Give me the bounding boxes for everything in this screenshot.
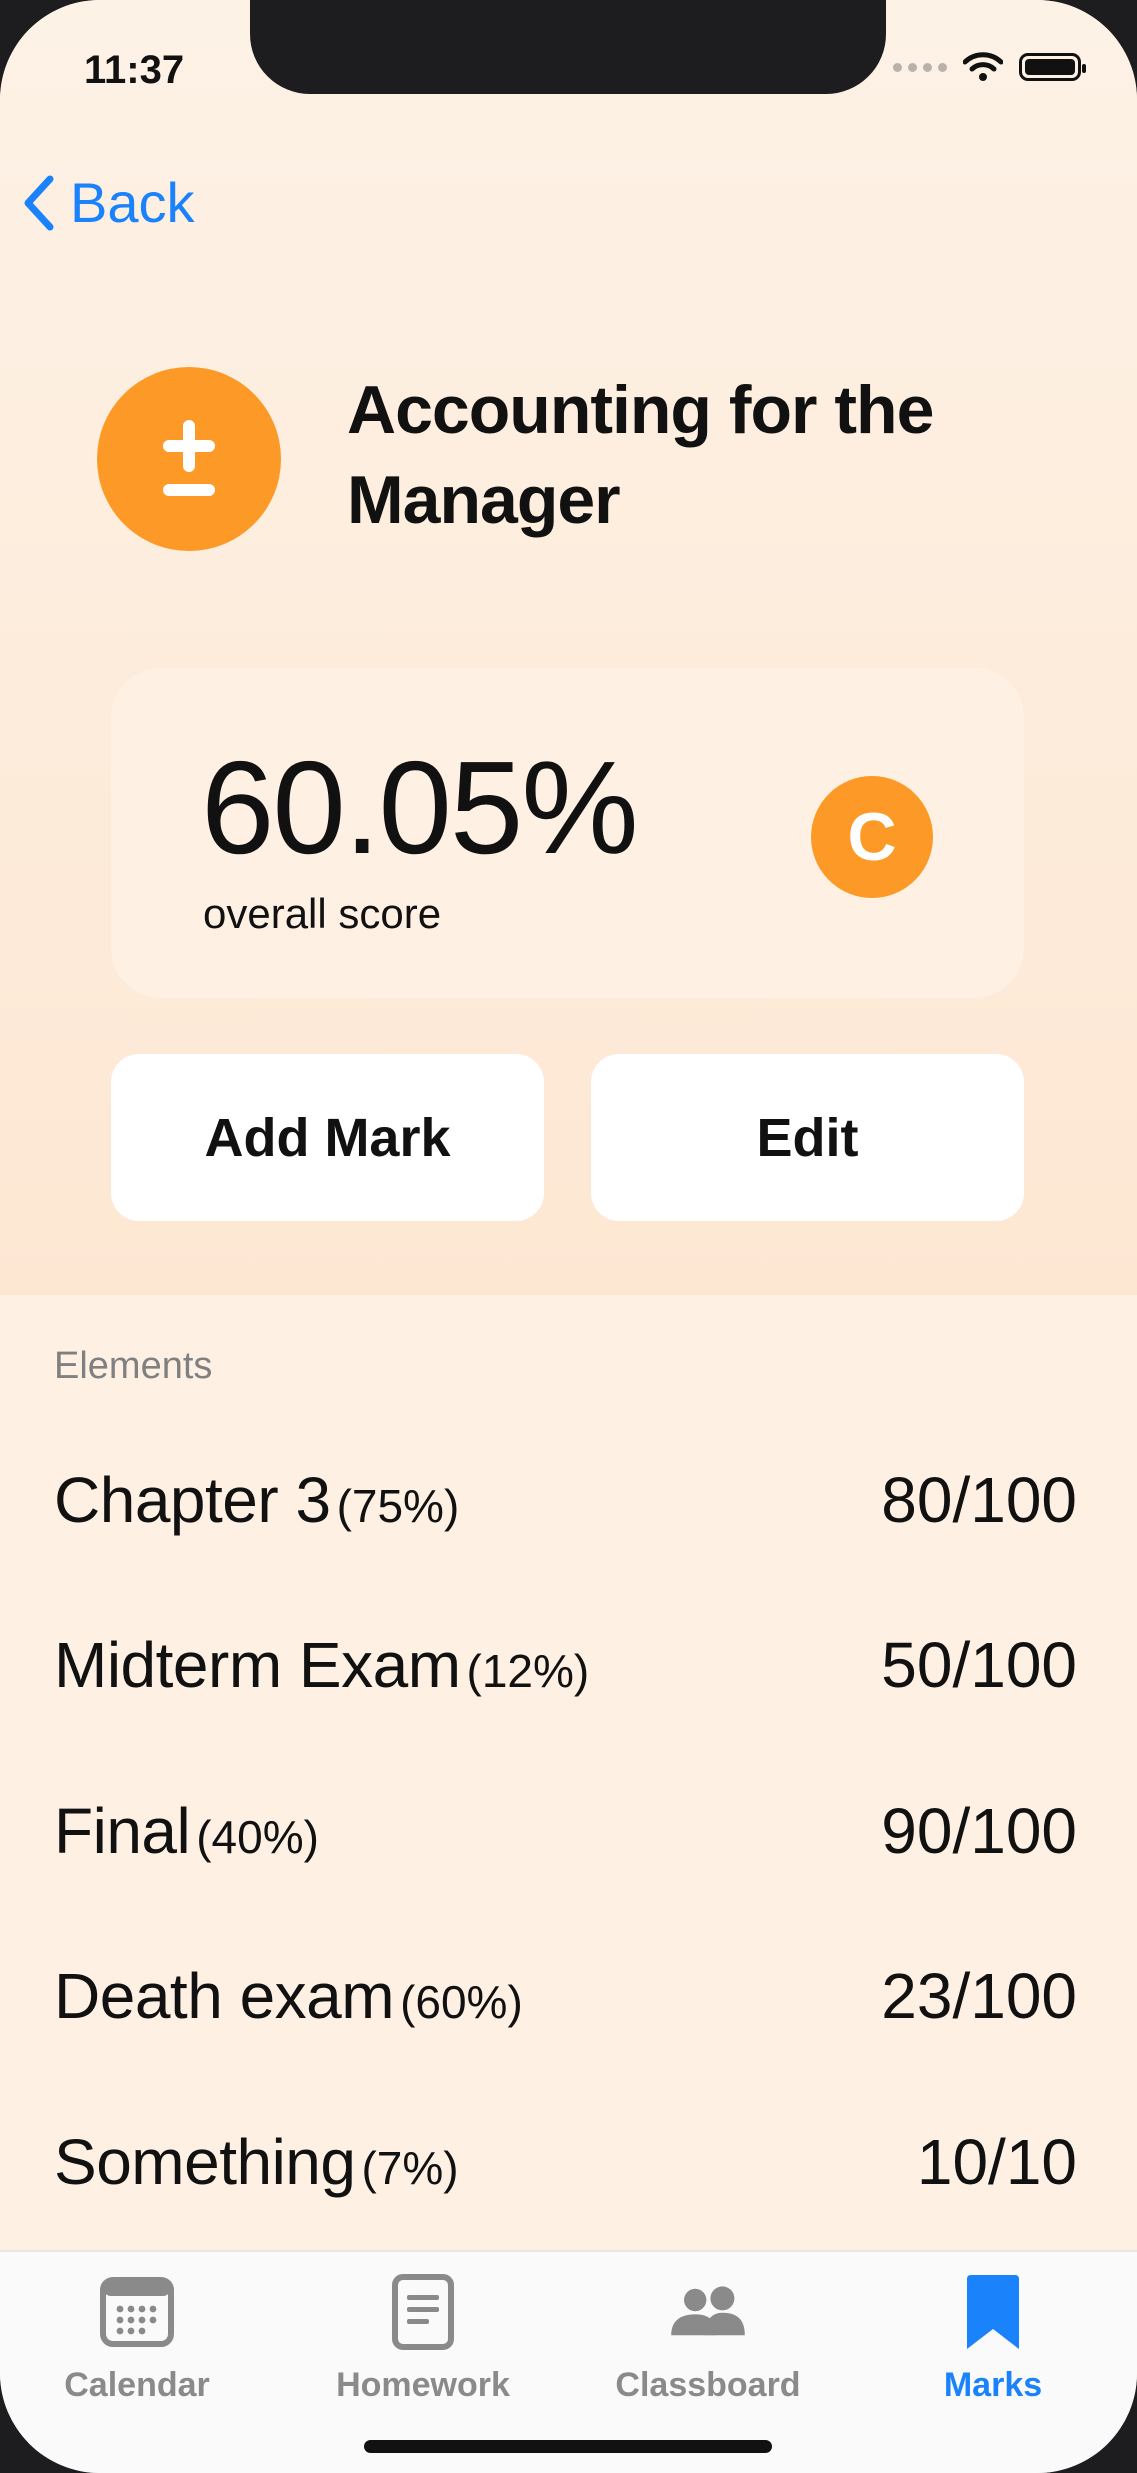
screen: 11:37 Back Accounting for the Manager 60… [0, 0, 1137, 2473]
add-mark-button[interactable]: Add Mark [111, 1054, 544, 1221]
element-score: 50/100 [881, 1629, 1077, 1701]
document-icon [392, 2274, 454, 2350]
home-indicator[interactable] [364, 2440, 772, 2453]
elements-area [0, 1295, 1137, 2250]
list-item[interactable]: Midterm Exam (12%) 50/100 [54, 1620, 1077, 1710]
overall-score-label: overall score [203, 890, 442, 937]
element-name: Chapter 3 [54, 1464, 331, 1536]
people-icon [671, 2286, 745, 2336]
cellular-signal-icon [893, 62, 947, 72]
list-item[interactable]: Chapter 3 (75%) 80/100 [54, 1455, 1077, 1545]
overall-score-value: 60.05% [201, 734, 639, 881]
tab-marks[interactable]: Marks [893, 2272, 1093, 2405]
tab-label: Classboard [615, 2366, 801, 2404]
list-item[interactable]: Something (7%) 10/10 [54, 2117, 1077, 2207]
device-notch [250, 0, 886, 94]
chevron-left-icon [24, 175, 54, 230]
list-item[interactable]: Death exam (60%) 23/100 [54, 1951, 1077, 2041]
tab-homework[interactable]: Homework [323, 2272, 523, 2405]
element-name: Death exam [54, 1960, 395, 2032]
status-time: 11:37 [84, 48, 185, 92]
element-score: 90/100 [881, 1795, 1077, 1867]
subject-title: Accounting for the Manager [347, 372, 934, 538]
elements-section-header: Elements [54, 1345, 213, 1387]
back-button[interactable]: Back [18, 170, 195, 235]
tab-calendar[interactable]: Calendar [37, 2272, 237, 2405]
subject-icon [97, 367, 281, 551]
element-weight: (75%) [336, 1480, 460, 1532]
element-name: Something [54, 2126, 356, 2198]
status-indicators [893, 52, 1086, 82]
score-card: 60.05% overall score C [111, 668, 1024, 998]
wifi-icon [963, 52, 1003, 81]
tab-label: Marks [943, 2366, 1043, 2404]
element-weight: (12%) [466, 1645, 590, 1697]
element-score: 10/10 [916, 2126, 1077, 2198]
list-item[interactable]: Final (40%) 90/100 [54, 1786, 1077, 1876]
tab-label: Calendar [64, 2366, 210, 2404]
element-name: Midterm Exam [54, 1629, 461, 1701]
grade-badge: C [811, 776, 933, 898]
element-score: 80/100 [881, 1464, 1077, 1536]
element-weight: (60%) [400, 1976, 523, 2028]
element-weight: (40%) [196, 1811, 319, 1863]
bookmark-icon [967, 2275, 1019, 2349]
calendar-icon [100, 2277, 174, 2347]
element-weight: (7%) [361, 2142, 459, 2194]
plus-minus-icon [163, 420, 215, 496]
tab-label: Homework [336, 2366, 510, 2404]
tab-classboard[interactable]: Classboard [608, 2272, 808, 2405]
element-score: 23/100 [881, 1960, 1077, 2032]
edit-button[interactable]: Edit [591, 1054, 1024, 1221]
battery-icon [1019, 53, 1086, 81]
back-label: Back [70, 171, 195, 234]
element-name: Final [54, 1795, 191, 1867]
